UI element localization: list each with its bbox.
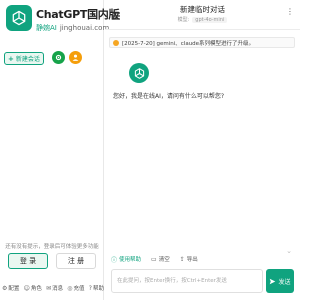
footer-label: 配置: [8, 286, 20, 292]
send-button[interactable]: 发送: [266, 269, 294, 293]
notice-text: [2025-7-20] gemini、claude系列模型进行了升级。: [122, 40, 255, 47]
message-icon: ✉: [46, 284, 52, 292]
composer: ⌄ ⓘ 使用帮助 ▭ 清空 ⇪ 导出 发送: [105, 245, 300, 300]
usage-help-button[interactable]: ⓘ 使用帮助: [111, 253, 141, 265]
settings-icon[interactable]: [52, 51, 65, 64]
notice-icon: [113, 39, 119, 46]
register-button[interactable]: 注 册: [56, 253, 96, 269]
conversation-title: 新建临时对话: [180, 5, 225, 14]
export-icon: ⇪: [179, 255, 185, 263]
footer-item-settings[interactable]: ⚙ 配置: [2, 284, 20, 293]
bot-message: 您好，我是在线AI，请问有什么可以帮您?: [113, 93, 225, 100]
export-button[interactable]: ⇪ 导出: [180, 253, 198, 265]
composer-toolbar: ⓘ 使用帮助 ▭ 清空 ⇪ 导出: [111, 253, 198, 265]
settings-icon: ⚙: [2, 284, 8, 292]
send-label: 发送: [278, 279, 291, 286]
footer-item-help[interactable]: ? 帮助: [88, 284, 104, 293]
message-input[interactable]: [111, 269, 263, 293]
model-indicator: 模型: gpt-4o-mini: [105, 16, 300, 23]
more-options-icon[interactable]: ⋮: [286, 8, 294, 16]
model-label: 模型:: [177, 17, 190, 23]
user-icon[interactable]: [69, 51, 82, 64]
new-chat-label: 新建会话: [15, 56, 40, 63]
model-value: gpt-4o-mini: [192, 17, 228, 23]
plus-icon: +: [8, 54, 14, 63]
help-icon: ?: [88, 284, 92, 292]
send-icon: [270, 278, 276, 284]
bot-avatar: [129, 63, 149, 83]
role-icon: ☺: [23, 284, 30, 292]
login-button[interactable]: 登 录: [8, 253, 48, 269]
footer-label: 帮助: [92, 286, 104, 292]
update-notice: [2025-7-20] gemini、claude系列模型进行了升级。: [109, 37, 295, 48]
footer-item-message[interactable]: ✉ 消息: [46, 284, 64, 293]
clear-icon: ▭: [151, 255, 157, 263]
recharge-icon: ◎: [67, 284, 73, 292]
openai-logo-icon: [6, 5, 32, 31]
openai-logo-icon: [134, 67, 144, 79]
new-chat-button[interactable]: + 新建会话: [4, 52, 44, 65]
footer-label: 充值: [73, 286, 85, 292]
tool-label: 清空: [158, 257, 170, 263]
footer-item-role[interactable]: ☺ 角色: [23, 284, 42, 293]
footer-item-recharge[interactable]: ◎ 充值: [67, 284, 85, 293]
brand-domain: jinghouai.com: [59, 24, 110, 32]
login-hint: 还有没有提示，登录后可体验更多功能: [5, 244, 99, 250]
brand-subtitle: 静婉AI jinghouai.com: [36, 23, 109, 33]
footer-label: 消息: [52, 286, 64, 292]
sidebar: ChatGPT国内版 静婉AI jinghouai.com + 新建会话 还有没有…: [0, 0, 119, 300]
footer-label: 角色: [30, 286, 42, 292]
brand: ChatGPT国内版 静婉AI jinghouai.com: [6, 5, 119, 37]
header-divider: [105, 29, 300, 30]
footer-menu: ⚙ 配置 ☺ 角色 ✉ 消息 ◎ 充值 ? 帮助: [2, 283, 104, 293]
tool-label: 导出: [186, 257, 198, 263]
help-icon: ⓘ: [111, 256, 118, 264]
brand-author: 静婉AI: [36, 24, 57, 32]
chevron-down-icon[interactable]: ⌄: [286, 248, 292, 255]
clear-button[interactable]: ▭ 清空: [151, 253, 170, 265]
tool-label: 使用帮助: [119, 257, 142, 263]
chat-main: 新建临时对话 模型: gpt-4o-mini ⋮ [2025-7-20] gemi…: [105, 0, 300, 300]
